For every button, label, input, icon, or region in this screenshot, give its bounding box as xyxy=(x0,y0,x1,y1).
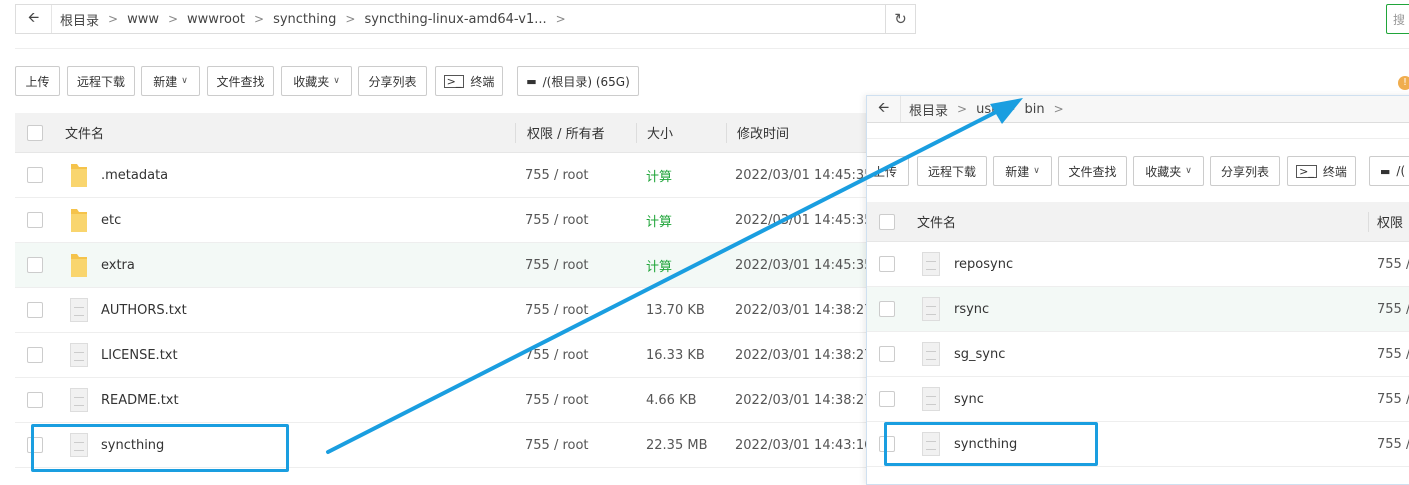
annotation-arrow xyxy=(326,98,1023,454)
